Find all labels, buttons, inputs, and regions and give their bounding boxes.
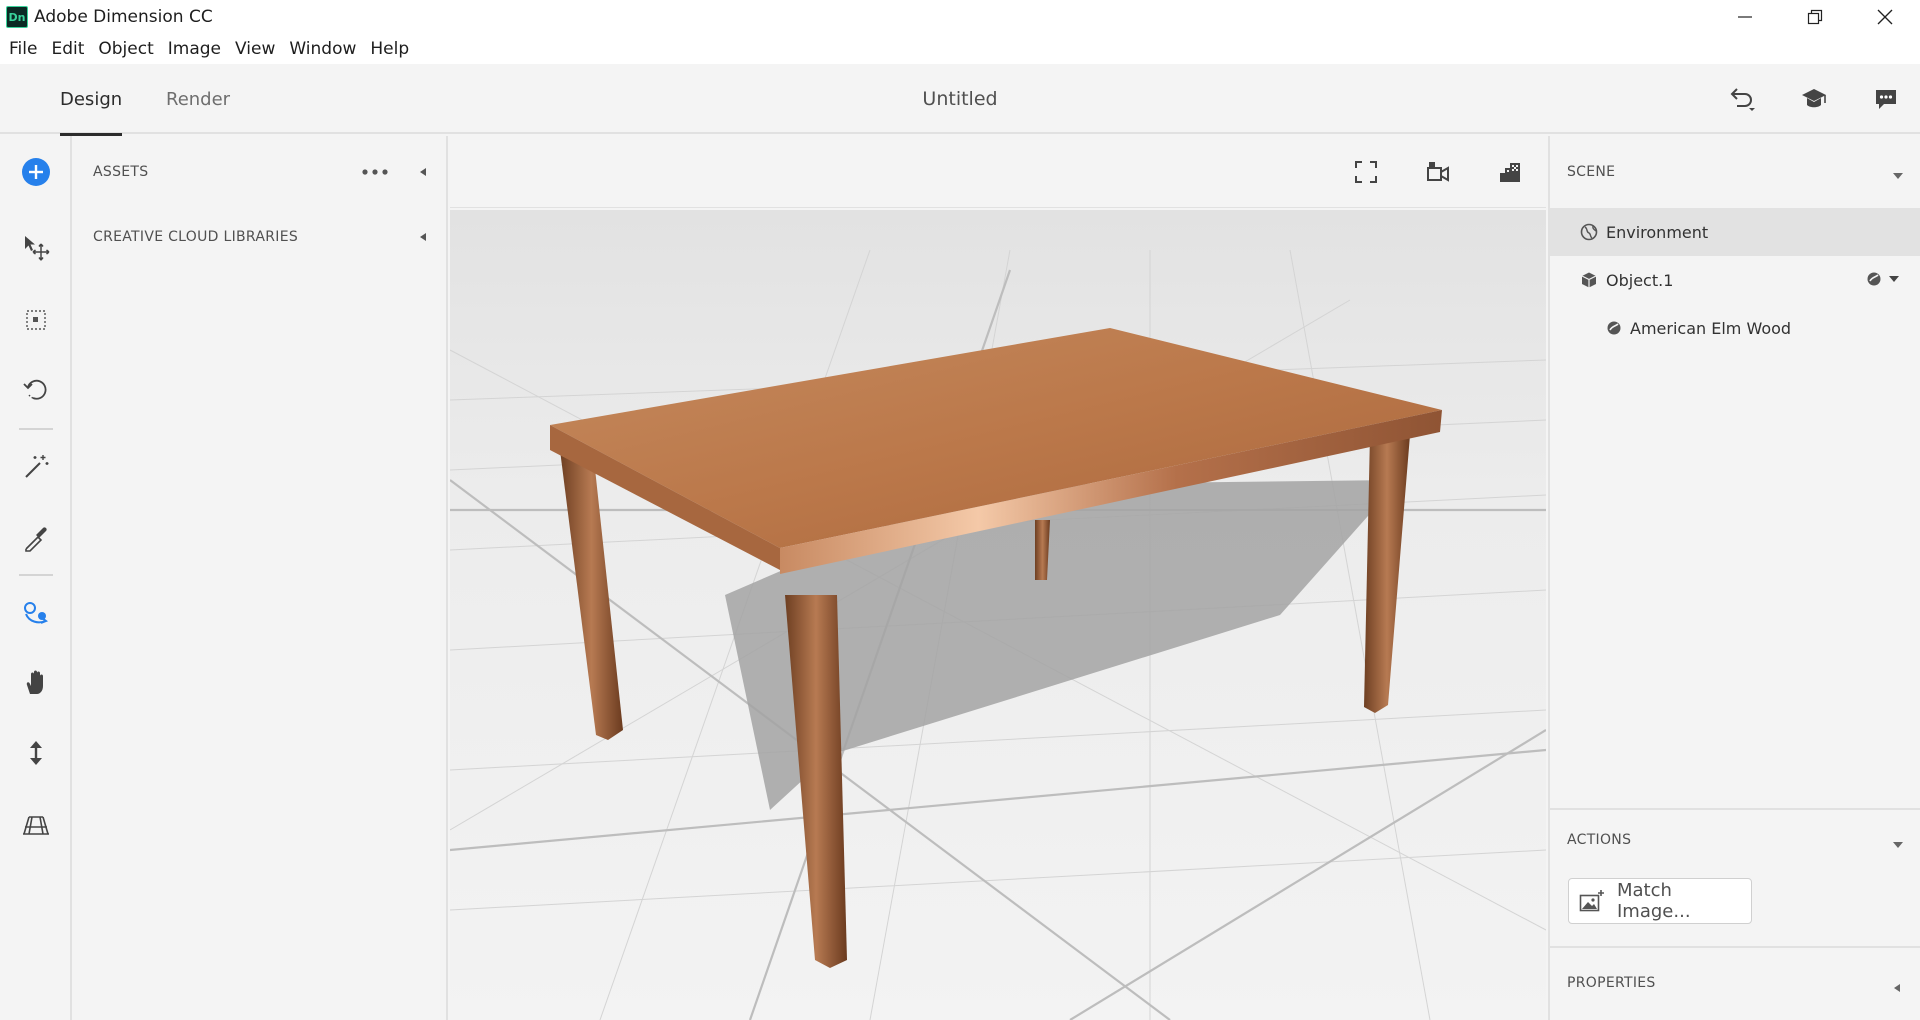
learn-icon	[1802, 89, 1826, 108]
cube-icon	[1580, 271, 1598, 289]
magic-wand-icon	[25, 455, 49, 478]
undo-button[interactable]	[1722, 79, 1762, 119]
scene-panel: SCENE Environment Object.1 American Elm …	[1548, 136, 1920, 1020]
viewport-toolbar	[450, 136, 1546, 208]
learn-button[interactable]	[1794, 79, 1834, 119]
chevron-down-icon	[1892, 835, 1904, 854]
feedback-icon	[1876, 90, 1896, 109]
scene-title: SCENE	[1567, 164, 1616, 180]
horizon-icon	[23, 816, 49, 835]
scene-item-label: Object.1	[1606, 270, 1674, 290]
close-button[interactable]	[1850, 0, 1920, 34]
add-button[interactable]	[16, 152, 56, 192]
menu-image[interactable]: Image	[161, 39, 228, 59]
chevron-left-icon	[1892, 978, 1902, 997]
chevron-left-icon	[420, 168, 426, 176]
more-icon	[362, 169, 388, 175]
eyedropper-tool[interactable]	[16, 518, 56, 558]
select-move-icon	[25, 236, 50, 261]
actions-title: ACTIONS	[1567, 832, 1632, 848]
scene-item-object[interactable]: Object.1	[1550, 256, 1920, 304]
app-logo-icon: Dn	[6, 6, 28, 28]
menu-view[interactable]: View	[228, 39, 282, 59]
toolbar-divider	[19, 574, 53, 576]
tool-bar	[0, 136, 72, 1020]
tab-design[interactable]: Design	[60, 64, 123, 136]
fit-screen-icon	[1355, 161, 1377, 183]
window-controls	[1710, 0, 1920, 34]
orbit-tool[interactable]	[16, 370, 56, 410]
hand-tool[interactable]	[16, 662, 56, 702]
chevron-down-icon	[1889, 276, 1899, 282]
hand-icon	[26, 670, 43, 694]
eyedropper-icon	[25, 527, 47, 552]
dolly-icon	[30, 741, 42, 765]
minimize-button[interactable]	[1710, 0, 1780, 34]
marquee-select-tool[interactable]	[16, 300, 56, 340]
close-icon	[1877, 9, 1893, 25]
assets-title: ASSETS	[93, 164, 149, 180]
menu-window[interactable]: Window	[282, 39, 363, 59]
workspace-header: Design Render Untitled	[0, 64, 1920, 136]
match-image-label: Match Image...	[1617, 880, 1691, 922]
scene-item-material[interactable]: American Elm Wood	[1550, 304, 1920, 352]
scene-item-label: Environment	[1606, 222, 1709, 242]
3d-viewport[interactable]	[450, 210, 1546, 1020]
properties-section: PROPERTIES	[1550, 946, 1920, 1020]
render-preview-button[interactable]	[1490, 152, 1530, 192]
camera-bookmark-button[interactable]	[1418, 152, 1458, 192]
camera-bookmark-icon	[1427, 162, 1449, 182]
scene-render	[450, 210, 1546, 1020]
scene-item-environment[interactable]: Environment	[1550, 208, 1920, 256]
image-sparkle-icon	[1579, 889, 1605, 913]
menu-edit[interactable]: Edit	[44, 39, 91, 59]
toolbar-divider	[19, 428, 53, 430]
fit-screen-button[interactable]	[1346, 152, 1386, 192]
properties-title: PROPERTIES	[1567, 975, 1656, 991]
orbit-icon	[23, 379, 47, 400]
document-title: Untitled	[922, 88, 998, 110]
actions-section: ACTIONS Match Image...	[1550, 808, 1920, 948]
pan-camera-icon	[24, 602, 49, 624]
globe-icon	[1580, 223, 1598, 241]
assets-panel: ASSETS CREATIVE CLOUD LIBRARIES	[74, 136, 448, 1020]
pan-camera-tool[interactable]	[16, 592, 56, 632]
restore-button[interactable]	[1780, 0, 1850, 34]
feedback-button[interactable]	[1866, 79, 1906, 119]
menu-file[interactable]: File	[2, 39, 44, 59]
app-title: Adobe Dimension CC	[34, 7, 213, 27]
libraries-header[interactable]: CREATIVE CLOUD LIBRARIES	[74, 208, 446, 266]
dolly-tool[interactable]	[16, 733, 56, 773]
header-actions	[1722, 64, 1906, 134]
add-icon	[22, 158, 50, 186]
menu-object[interactable]: Object	[91, 39, 160, 59]
assets-header: ASSETS	[74, 136, 446, 208]
properties-header[interactable]: PROPERTIES	[1550, 948, 1920, 1018]
more-options-button[interactable]	[360, 158, 390, 186]
material-menu-button[interactable]	[1866, 271, 1900, 287]
title-bar: Dn Adobe Dimension CC	[0, 0, 1920, 34]
marquee-icon	[26, 310, 46, 330]
select-move-tool[interactable]	[16, 228, 56, 268]
scene-item-label: American Elm Wood	[1630, 318, 1792, 338]
menu-help[interactable]: Help	[363, 39, 416, 59]
restore-icon	[1807, 9, 1823, 25]
menu-bar: File Edit Object Image View Window Help	[0, 34, 1920, 64]
chevron-down-icon	[1892, 166, 1904, 185]
material-icon	[1606, 320, 1622, 336]
tab-render[interactable]: Render	[166, 64, 230, 134]
libraries-chevron-icon	[414, 228, 432, 246]
horizon-tool[interactable]	[16, 804, 56, 844]
match-image-button[interactable]: Match Image...	[1568, 878, 1752, 924]
actions-header[interactable]: ACTIONS	[1550, 810, 1920, 870]
material-icon	[1867, 272, 1881, 286]
libraries-title: CREATIVE CLOUD LIBRARIES	[93, 229, 299, 245]
scene-header[interactable]: SCENE	[1550, 136, 1920, 208]
minimize-icon	[1738, 16, 1752, 18]
magic-wand-tool[interactable]	[16, 446, 56, 486]
render-preview-icon	[1500, 163, 1520, 182]
undo-icon	[1730, 88, 1755, 111]
collapse-assets-button[interactable]	[414, 163, 432, 181]
